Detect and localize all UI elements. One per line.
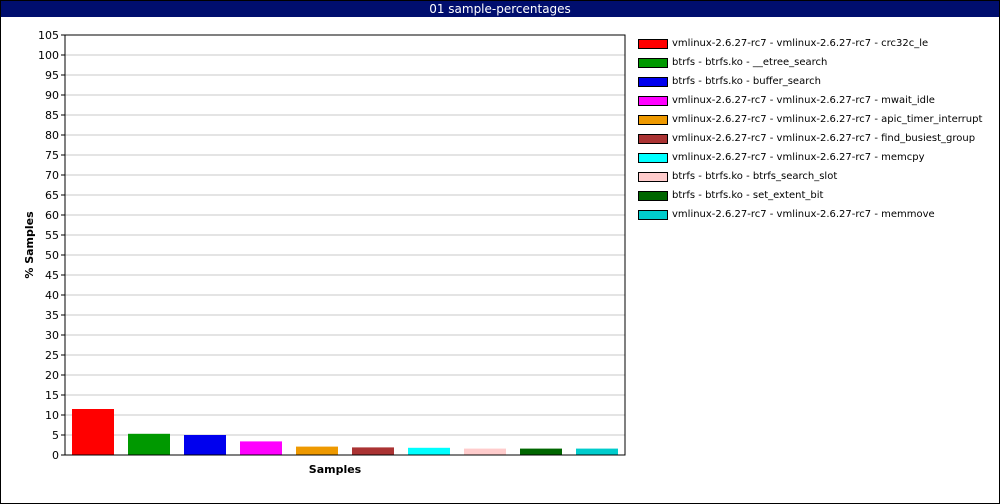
bar <box>576 448 618 455</box>
legend-item: vmlinux-2.6.27-rc7 - vmlinux-2.6.27-rc7 … <box>638 150 993 169</box>
y-tick-label: 55 <box>45 229 59 242</box>
chart-legend: vmlinux-2.6.27-rc7 - vmlinux-2.6.27-rc7 … <box>638 36 993 226</box>
y-tick-label: 25 <box>45 349 59 362</box>
legend-swatch <box>638 172 668 182</box>
y-tick-label: 30 <box>45 329 59 342</box>
legend-swatch <box>638 153 668 163</box>
y-tick-label: 5 <box>52 429 59 442</box>
y-tick-label: 80 <box>45 129 59 142</box>
bar <box>72 409 114 455</box>
legend-swatch <box>638 210 668 220</box>
legend-item: vmlinux-2.6.27-rc7 - vmlinux-2.6.27-rc7 … <box>638 93 993 112</box>
x-axis-label: Samples <box>309 463 362 476</box>
legend-swatch <box>638 96 668 106</box>
legend-item: vmlinux-2.6.27-rc7 - vmlinux-2.6.27-rc7 … <box>638 112 993 131</box>
legend-item: btrfs - btrfs.ko - btrfs_search_slot <box>638 169 993 188</box>
y-tick-label: 10 <box>45 409 59 422</box>
legend-label: vmlinux-2.6.27-rc7 - vmlinux-2.6.27-rc7 … <box>672 95 935 106</box>
y-tick-label: 60 <box>45 209 59 222</box>
y-axis-label: % Samples <box>23 211 36 279</box>
y-tick-label: 35 <box>45 309 59 322</box>
legend-item: btrfs - btrfs.ko - set_extent_bit <box>638 188 993 207</box>
legend-swatch <box>638 58 668 68</box>
legend-swatch <box>638 77 668 87</box>
legend-label: btrfs - btrfs.ko - buffer_search <box>672 76 821 87</box>
legend-item: vmlinux-2.6.27-rc7 - vmlinux-2.6.27-rc7 … <box>638 131 993 150</box>
legend-item: vmlinux-2.6.27-rc7 - vmlinux-2.6.27-rc7 … <box>638 207 993 226</box>
legend-item: vmlinux-2.6.27-rc7 - vmlinux-2.6.27-rc7 … <box>638 36 993 55</box>
y-tick-label: 100 <box>38 49 59 62</box>
y-tick-label: 15 <box>45 389 59 402</box>
y-tick-label: 85 <box>45 109 59 122</box>
bar <box>464 448 506 455</box>
legend-swatch <box>638 191 668 201</box>
legend-label: vmlinux-2.6.27-rc7 - vmlinux-2.6.27-rc7 … <box>672 209 935 220</box>
legend-swatch <box>638 39 668 49</box>
y-tick-label: 50 <box>45 249 59 262</box>
y-tick-label: 45 <box>45 269 59 282</box>
y-tick-label: 70 <box>45 169 59 182</box>
y-tick-label: 75 <box>45 149 59 162</box>
plot-area <box>65 35 625 455</box>
y-tick-label: 20 <box>45 369 59 382</box>
legend-item: btrfs - btrfs.ko - buffer_search <box>638 74 993 93</box>
legend-swatch <box>638 115 668 125</box>
y-tick-label: 95 <box>45 69 59 82</box>
legend-label: btrfs - btrfs.ko - __etree_search <box>672 57 828 68</box>
bar <box>128 433 170 455</box>
bar <box>352 447 394 455</box>
legend-label: btrfs - btrfs.ko - btrfs_search_slot <box>672 171 838 182</box>
legend-label: btrfs - btrfs.ko - set_extent_bit <box>672 190 824 201</box>
legend-label: vmlinux-2.6.27-rc7 - vmlinux-2.6.27-rc7 … <box>672 38 929 49</box>
bar <box>408 447 450 455</box>
legend-label: vmlinux-2.6.27-rc7 - vmlinux-2.6.27-rc7 … <box>672 114 983 125</box>
legend-label: vmlinux-2.6.27-rc7 - vmlinux-2.6.27-rc7 … <box>672 152 925 163</box>
y-tick-label: 65 <box>45 189 59 202</box>
y-tick-label: 105 <box>38 29 59 42</box>
y-tick-label: 40 <box>45 289 59 302</box>
bar <box>240 441 282 455</box>
bar <box>184 435 226 455</box>
legend-item: btrfs - btrfs.ko - __etree_search <box>638 55 993 74</box>
y-tick-label: 0 <box>52 449 59 462</box>
legend-swatch <box>638 134 668 144</box>
y-tick-label: 90 <box>45 89 59 102</box>
bar <box>520 448 562 455</box>
legend-label: vmlinux-2.6.27-rc7 - vmlinux-2.6.27-rc7 … <box>672 133 976 144</box>
bar <box>296 446 338 455</box>
